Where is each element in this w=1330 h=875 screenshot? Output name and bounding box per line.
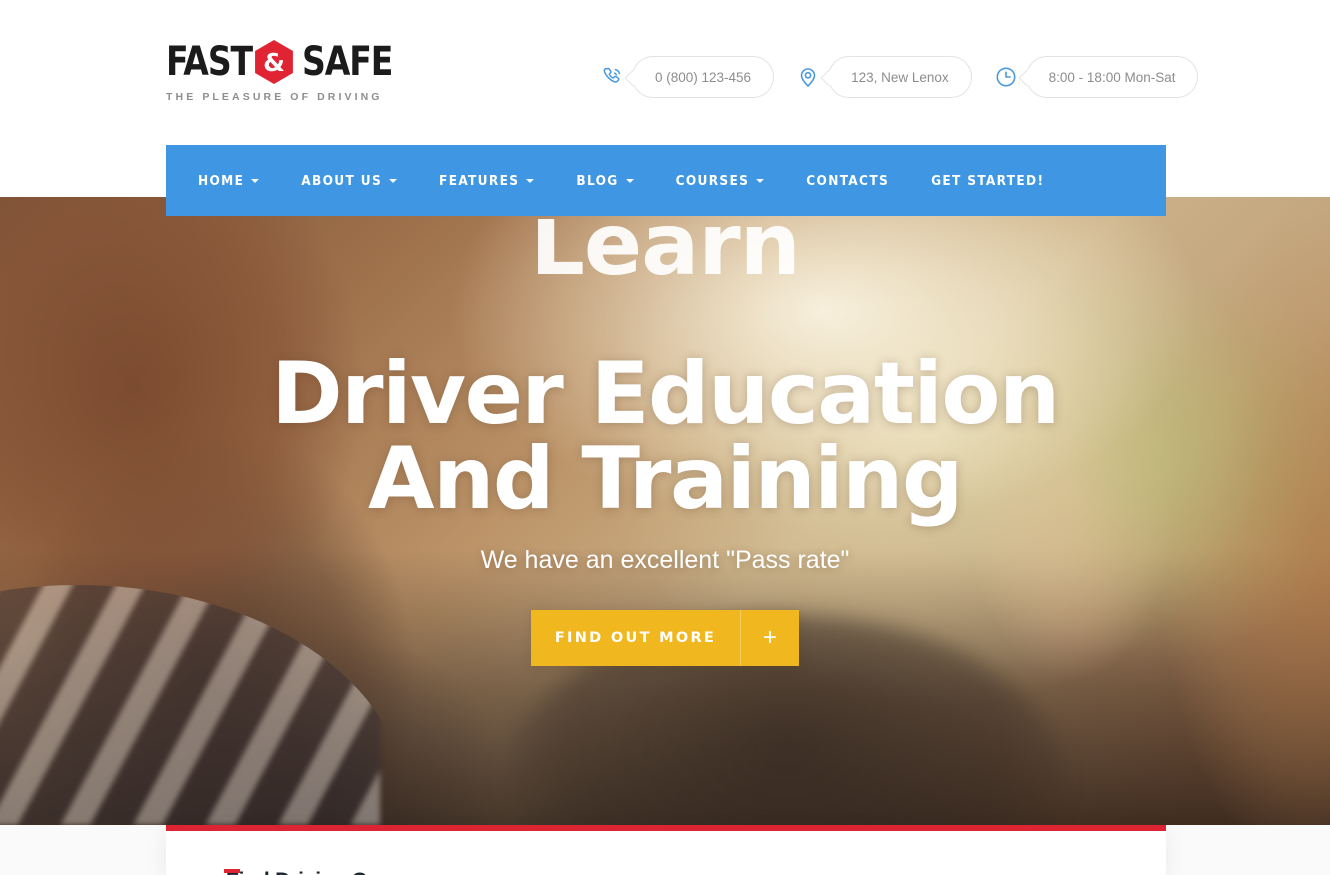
- phone-icon: [600, 65, 624, 89]
- find-out-more-label: FIND OUT MORE: [531, 610, 741, 667]
- hero-content: Driver Education And Training We have an…: [0, 197, 1330, 667]
- nav-item-home[interactable]: HOME: [198, 172, 260, 189]
- contact-hours-value: 8:00 - 18:00 Mon-Sat: [1025, 56, 1199, 98]
- logo-hexagon-icon: &: [255, 40, 293, 84]
- nav-item-label: GET STARTED!: [931, 172, 1045, 189]
- logo-text-fast: FAST: [166, 39, 253, 85]
- chevron-down-icon: [625, 178, 634, 183]
- logo-ampersand: &: [263, 47, 285, 77]
- hero-title: Driver Education And Training: [0, 344, 1330, 530]
- page-root: FAST & SAFE THE PLEASURE OF DRIVING 0 (8…: [0, 0, 1330, 875]
- find-course-title: Find Driving Course: [226, 869, 423, 875]
- clock-icon: [994, 65, 1018, 89]
- nav-item-label: HOME: [198, 172, 245, 189]
- chevron-down-icon: [389, 178, 398, 183]
- nav-item-blog[interactable]: BLOG: [576, 172, 634, 189]
- nav-item-label: COURSES: [675, 172, 750, 189]
- nav-item-features[interactable]: FEATURES: [439, 172, 535, 189]
- nav-item-label: ABOUT US: [301, 172, 383, 189]
- find-course-accent-marker: [224, 869, 240, 873]
- hero-subtitle: We have an excellent "Pass rate": [480, 546, 850, 575]
- nav-item-label: BLOG: [576, 172, 619, 189]
- chevron-down-icon: [756, 178, 765, 183]
- find-out-more-button[interactable]: FIND OUT MORE +: [531, 610, 799, 667]
- contact-phone[interactable]: 0 (800) 123-456: [600, 56, 775, 98]
- find-course-heading-row: Find Driving Course ( Best Option For Yo…: [166, 831, 1166, 875]
- hero-title-line-2: And Training: [368, 429, 963, 530]
- contact-phone-value: 0 (800) 123-456: [632, 56, 775, 98]
- hero-title-line-1: Driver Education: [271, 344, 1060, 444]
- chevron-down-icon: [526, 178, 535, 183]
- nav-item-get-started[interactable]: GET STARTED!: [931, 173, 1044, 189]
- contact-hours[interactable]: 8:00 - 18:00 Mon-Sat: [994, 56, 1199, 98]
- site-logo[interactable]: FAST & SAFE THE PLEASURE OF DRIVING: [166, 40, 396, 103]
- site-header: FAST & SAFE THE PLEASURE OF DRIVING 0 (8…: [0, 0, 1330, 145]
- logo-tagline: THE PLEASURE OF DRIVING: [166, 91, 383, 103]
- logo-wordmark: FAST & SAFE: [166, 40, 396, 84]
- contact-address-value: 123, New Lenox: [828, 56, 972, 98]
- find-course-card: Find Driving Course ( Best Option For Yo…: [166, 825, 1166, 875]
- nav-item-label: CONTACTS: [806, 172, 890, 189]
- main-navigation: HOME ABOUT US FEATURES BLOG COURSES CONT…: [166, 145, 1166, 216]
- hero-banner: Learn Driver Education And Training We h…: [0, 197, 1330, 825]
- contact-strip: 0 (800) 123-456 123, New Lenox 8:00 - 18…: [600, 56, 1199, 98]
- nav-item-about-us[interactable]: ABOUT US: [301, 172, 398, 189]
- nav-item-courses[interactable]: COURSES: [676, 173, 765, 189]
- contact-address[interactable]: 123, New Lenox: [796, 56, 972, 98]
- logo-text-safe: SAFE: [301, 39, 393, 85]
- nav-item-label: FEATURES: [439, 172, 520, 189]
- map-pin-icon: [796, 65, 820, 89]
- nav-item-contacts[interactable]: CONTACTS: [806, 173, 889, 189]
- plus-icon[interactable]: +: [741, 610, 799, 666]
- chevron-down-icon: [251, 178, 260, 183]
